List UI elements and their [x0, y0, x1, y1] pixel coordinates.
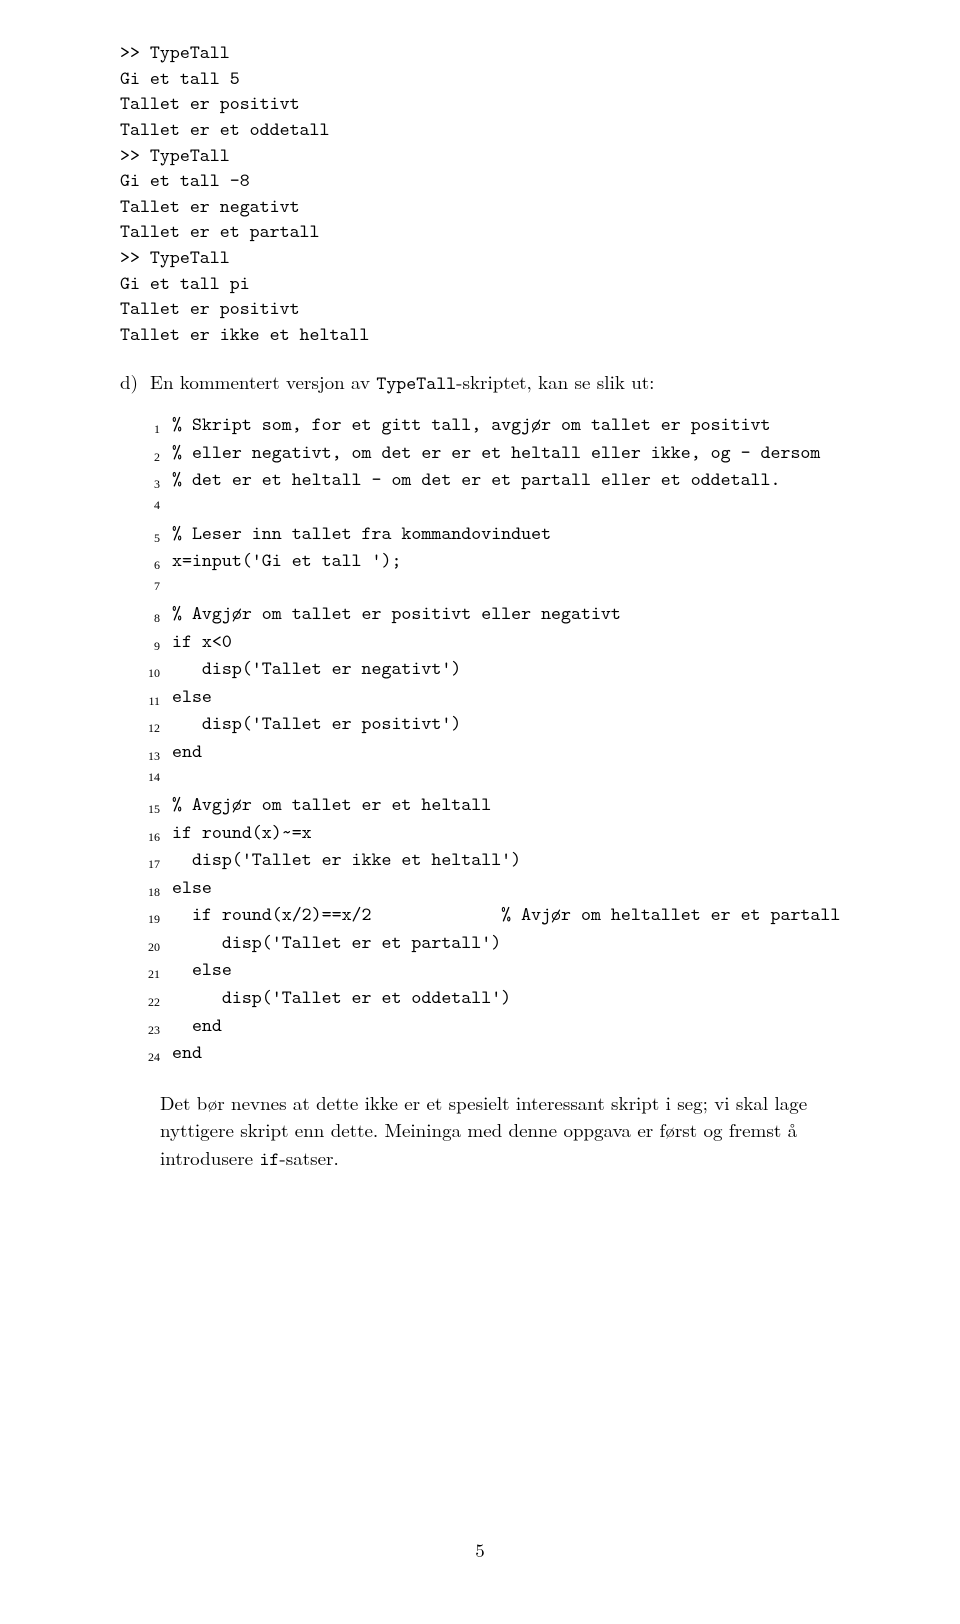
terminal-session: >> TypeTall Gi et tall 5 Tallet er posit…	[120, 40, 865, 348]
code-line: 12 disp('Tallet er positivt')	[130, 710, 865, 738]
code-text: disp('Tallet er positivt')	[172, 710, 865, 738]
line-number: 4	[130, 497, 172, 514]
code-text: else	[172, 874, 865, 902]
code-text: end	[172, 1039, 865, 1067]
code-line: 3% det er et heltall - om det er et part…	[130, 466, 865, 494]
code-text: % eller negativt, om det er er et heltal…	[172, 439, 865, 467]
code-text: if x<0	[172, 628, 865, 656]
code-text: if round(x/2)==x/2 % Avjør om heltallet …	[172, 901, 865, 929]
code-line: 18else	[130, 874, 865, 902]
code-line: 6x=input('Gi et tall ');	[130, 547, 865, 575]
code-line: 23 end	[130, 1012, 865, 1040]
line-number: 2	[130, 449, 172, 466]
code-line: 10 disp('Tallet er negativt')	[130, 655, 865, 683]
code-line: 4	[130, 494, 865, 520]
code-line: 15% Avgjør om tallet er et heltall	[130, 791, 865, 819]
code-line: 21 else	[130, 956, 865, 984]
closing-text-after: -satser.	[279, 1144, 338, 1171]
line-number: 16	[130, 829, 172, 846]
line-number: 1	[130, 421, 172, 438]
code-text: x=input('Gi et tall ');	[172, 547, 865, 575]
item-d-body: En kommentert versjon av TypeTall-skript…	[150, 368, 865, 398]
code-text: disp('Tallet er negativt')	[172, 655, 865, 683]
code-line: 8% Avgjør om tallet er positivt eller ne…	[130, 600, 865, 628]
code-line: 5% Leser inn tallet fra kommandovinduet	[130, 520, 865, 548]
item-d-text-after: -skriptet, kan se slik ut:	[456, 368, 654, 395]
page: >> TypeTall Gi et tall 5 Tallet er posit…	[0, 0, 960, 1624]
line-number: 21	[130, 966, 172, 983]
line-number: 12	[130, 720, 172, 737]
code-line: 16if round(x)~=x	[130, 819, 865, 847]
line-number: 5	[130, 530, 172, 547]
code-line: 17 disp('Tallet er ikke et heltall')	[130, 846, 865, 874]
code-line: 13end	[130, 738, 865, 766]
line-number: 18	[130, 884, 172, 901]
line-number: 24	[130, 1049, 172, 1066]
code-text: % Avgjør om tallet er et heltall	[172, 791, 865, 819]
line-number: 9	[130, 638, 172, 655]
line-number: 17	[130, 856, 172, 873]
item-d-tt: TypeTall	[376, 371, 456, 396]
line-number: 15	[130, 801, 172, 818]
code-line: 22 disp('Tallet er et oddetall')	[130, 984, 865, 1012]
line-number: 13	[130, 748, 172, 765]
closing-text-before: Det bør nevnes at dette ikke er et spesi…	[160, 1089, 807, 1171]
line-number: 14	[130, 769, 172, 786]
item-d-label: d)	[120, 368, 150, 398]
code-line: 7	[130, 575, 865, 601]
page-number: 5	[0, 1536, 960, 1564]
item-d-text-before: En kommentert versjon av	[150, 368, 376, 395]
line-number: 6	[130, 557, 172, 574]
code-line: 11else	[130, 683, 865, 711]
code-text: disp('Tallet er et oddetall')	[172, 984, 865, 1012]
code-line: 1% Skript som, for et gitt tall, avgjør …	[130, 411, 865, 439]
item-d: d) En kommentert versjon av TypeTall-skr…	[120, 368, 865, 398]
code-line: 2% eller negativt, om det er er et helta…	[130, 439, 865, 467]
code-text: disp('Tallet er et partall')	[172, 929, 865, 957]
line-number: 19	[130, 911, 172, 928]
code-text: % det er et heltall - om det er et parta…	[172, 466, 865, 494]
code-text: % Leser inn tallet fra kommandovinduet	[172, 520, 865, 548]
line-number: 7	[130, 578, 172, 595]
line-number: 3	[130, 476, 172, 493]
code-line: 14	[130, 766, 865, 792]
code-line: 19 if round(x/2)==x/2 % Avjør om heltall…	[130, 901, 865, 929]
line-number: 10	[130, 665, 172, 682]
code-text: else	[172, 956, 865, 984]
code-text: end	[172, 738, 865, 766]
code-line: 20 disp('Tallet er et partall')	[130, 929, 865, 957]
line-number: 23	[130, 1022, 172, 1039]
line-number: 11	[130, 693, 172, 710]
code-line: 24end	[130, 1039, 865, 1067]
code-text: % Skript som, for et gitt tall, avgjør o…	[172, 411, 865, 439]
line-number: 22	[130, 994, 172, 1011]
code-text: end	[172, 1012, 865, 1040]
line-number: 8	[130, 610, 172, 627]
code-listing: 1% Skript som, for et gitt tall, avgjør …	[130, 411, 865, 1066]
closing-paragraph: Det bør nevnes at dette ikke er et spesi…	[160, 1089, 855, 1174]
code-text: % Avgjør om tallet er positivt eller neg…	[172, 600, 865, 628]
closing-tt: if	[259, 1147, 279, 1172]
code-text: disp('Tallet er ikke et heltall')	[172, 846, 865, 874]
code-line: 9if x<0	[130, 628, 865, 656]
line-number: 20	[130, 939, 172, 956]
code-text: else	[172, 683, 865, 711]
code-text: if round(x)~=x	[172, 819, 865, 847]
